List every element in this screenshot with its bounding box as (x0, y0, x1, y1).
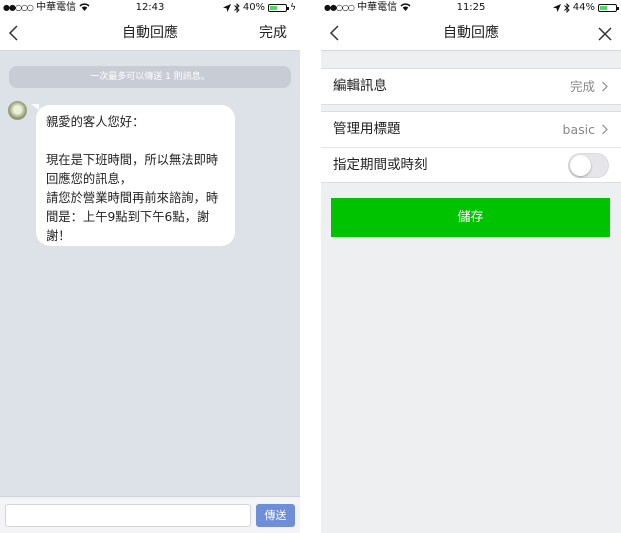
battery-icon (268, 4, 290, 12)
row-label: 編輯訊息 (333, 78, 387, 94)
close-icon[interactable] (595, 24, 615, 44)
chevron-right-icon (602, 81, 608, 92)
settings-group: 管理用標題 basic 指定期間或時刻 (321, 111, 621, 183)
status-right: 44% (552, 0, 619, 16)
battery-fill (270, 6, 278, 10)
message-input-bar: 傳送 (0, 496, 300, 533)
bluetooth-icon (234, 3, 240, 13)
nav-bar: 自動回應 (321, 16, 621, 51)
page-title: 自動回應 (122, 25, 178, 41)
send-button[interactable]: 傳送 (256, 504, 295, 527)
battery-percent: 40% (242, 2, 266, 13)
row-label: 指定期間或時刻 (333, 157, 428, 173)
done-button[interactable]: 完成 (259, 16, 287, 51)
schedule-toggle[interactable] (568, 153, 609, 178)
row-value: 完成 (569, 79, 595, 94)
bubble-tail (31, 104, 39, 110)
bluetooth-icon (563, 3, 570, 13)
avatar (8, 101, 27, 120)
manage-title-row[interactable]: 管理用標題 basic (321, 112, 621, 147)
chevron-right-icon (602, 124, 608, 135)
location-arrow-icon (552, 4, 561, 12)
charging-icon: ϟ (290, 3, 296, 13)
save-button[interactable]: 儲存 (331, 198, 610, 237)
battery-fill (600, 6, 607, 10)
toggle-knob (570, 155, 591, 176)
location-arrow-icon (222, 4, 231, 12)
message-limit-notice: 一次最多可以傳送 1 則訊息。 (9, 66, 291, 88)
chat-preview-screen: ●●○○○ 中華電信 12:43 40% ϟ 自動回應 完成 一次最多可以傳送 … (0, 0, 300, 533)
page-title: 自動回應 (443, 25, 499, 41)
edit-message-group: 編輯訊息 完成 (321, 68, 621, 105)
schedule-period-row: 指定期間或時刻 (321, 147, 621, 182)
battery-percent: 44% (572, 2, 595, 13)
nav-bar: 自動回應 完成 (0, 16, 300, 51)
status-right: 40% ϟ (222, 0, 296, 16)
battery-icon (598, 4, 619, 12)
message-input[interactable] (5, 504, 251, 527)
edit-message-row[interactable]: 編輯訊息 完成 (321, 69, 621, 104)
status-bar: ●●○○○ 中華電信 12:43 40% ϟ (0, 0, 300, 16)
row-value: basic (562, 122, 595, 137)
auto-reply-settings-screen: ●●○○○ 中華電信 11:25 44% 自動回應 編輯訊息 完成 管理用標題 … (321, 0, 621, 533)
row-label: 管理用標題 (333, 121, 401, 137)
auto-reply-message-bubble: 親愛的客人您好： 現在是下班時間，所以無法即時回應您的訊息， 請您於營業時間再前… (36, 105, 235, 246)
status-bar: ●●○○○ 中華電信 11:25 44% (321, 0, 621, 16)
